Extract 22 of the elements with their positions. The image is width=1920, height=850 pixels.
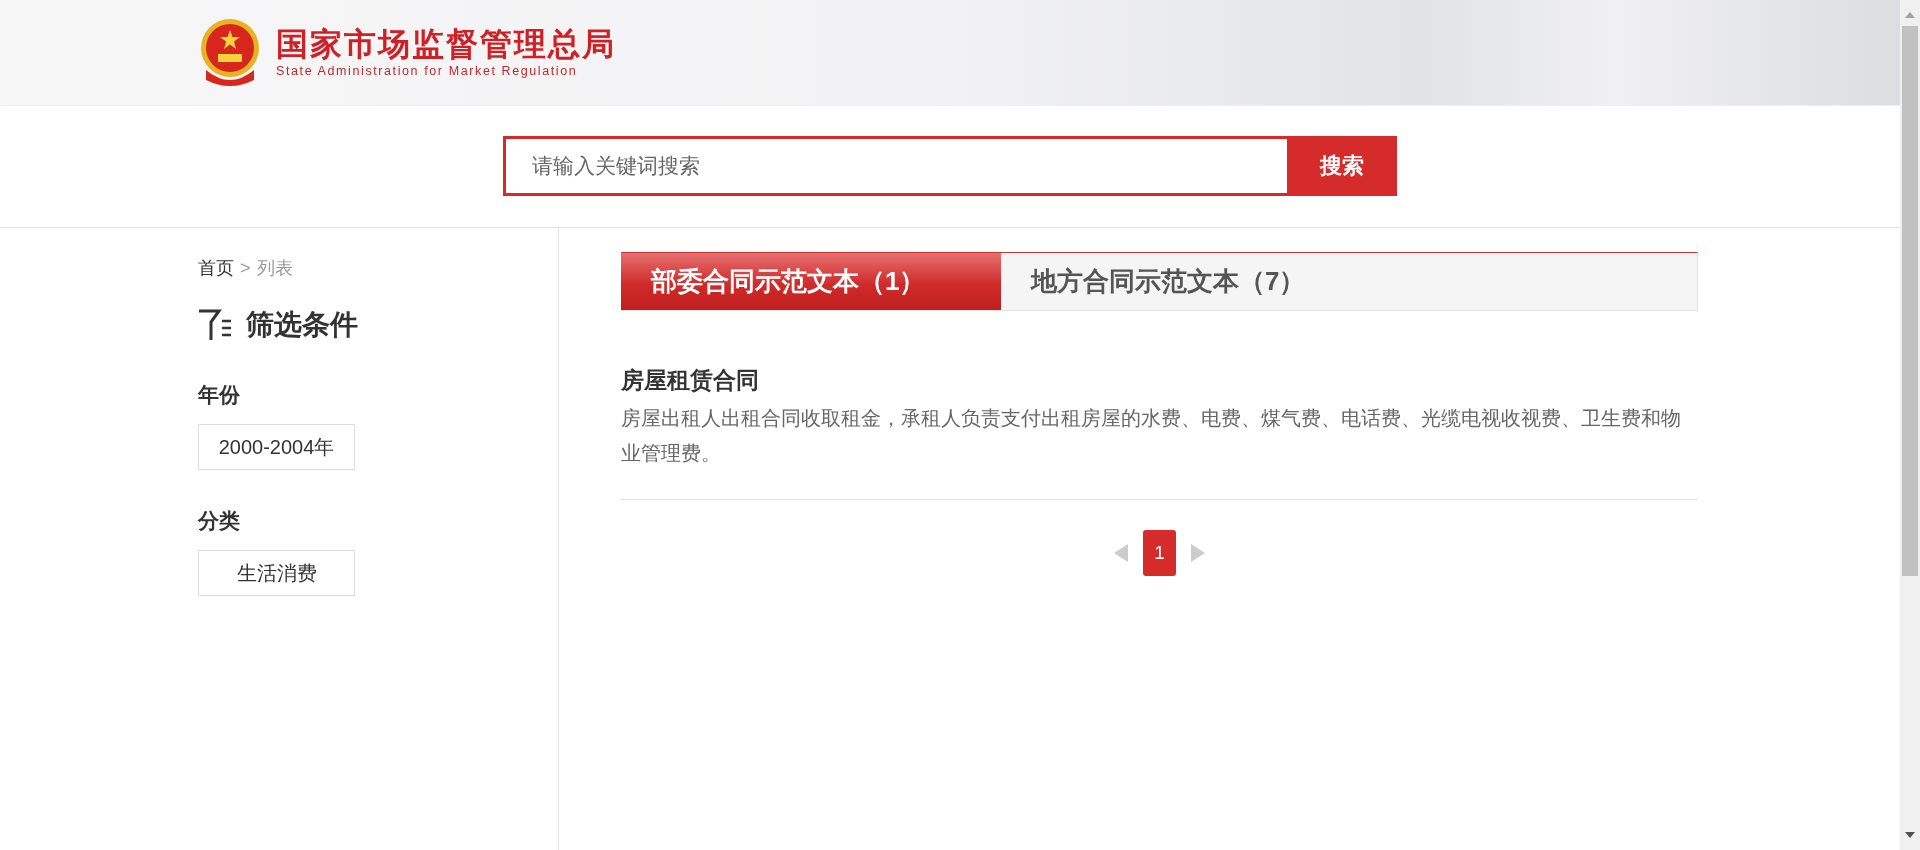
breadcrumb-separator: > <box>240 257 251 280</box>
filter-heading: 筛选条件 <box>246 308 358 342</box>
site-title: 国家市场监督管理总局 <box>276 25 616 63</box>
emblem-icon <box>198 18 262 86</box>
filter-tag[interactable]: 生活消费 <box>198 550 355 596</box>
filter-label: 年份 <box>198 382 241 408</box>
filter-label: 分类 <box>198 508 241 534</box>
page-button[interactable]: 1 <box>1143 530 1176 576</box>
filter-tag[interactable]: 2000-2004年 <box>198 424 355 470</box>
search-field[interactable]: 请输入关键词搜索 <box>503 136 1287 196</box>
breadcrumb-link[interactable]: 首页 <box>198 256 234 280</box>
search-button[interactable]: 搜索 <box>1287 136 1397 196</box>
scrollbar[interactable] <box>1900 0 1920 850</box>
category-tab[interactable]: 地方合同示范文本（7） <box>1001 253 1381 310</box>
result-title[interactable]: 房屋租赁合同 <box>621 363 1698 397</box>
site-subtitle: State Administration for Market Regulation <box>276 63 579 79</box>
next-page-icon[interactable] <box>1190 543 1206 563</box>
filter-icon <box>198 309 234 341</box>
breadcrumb-current: 列表 <box>256 257 293 280</box>
previous-page-icon[interactable] <box>1113 543 1129 563</box>
result-description: 房屋出租人出租合同收取租金，承租人负责支付出租房屋的水费、电费、煤气费、电话费、光缆电视收视费、卫生费和物业管理费。 <box>621 406 1682 466</box>
category-tab[interactable]: 部委合同示范文本（1） <box>621 253 1001 310</box>
